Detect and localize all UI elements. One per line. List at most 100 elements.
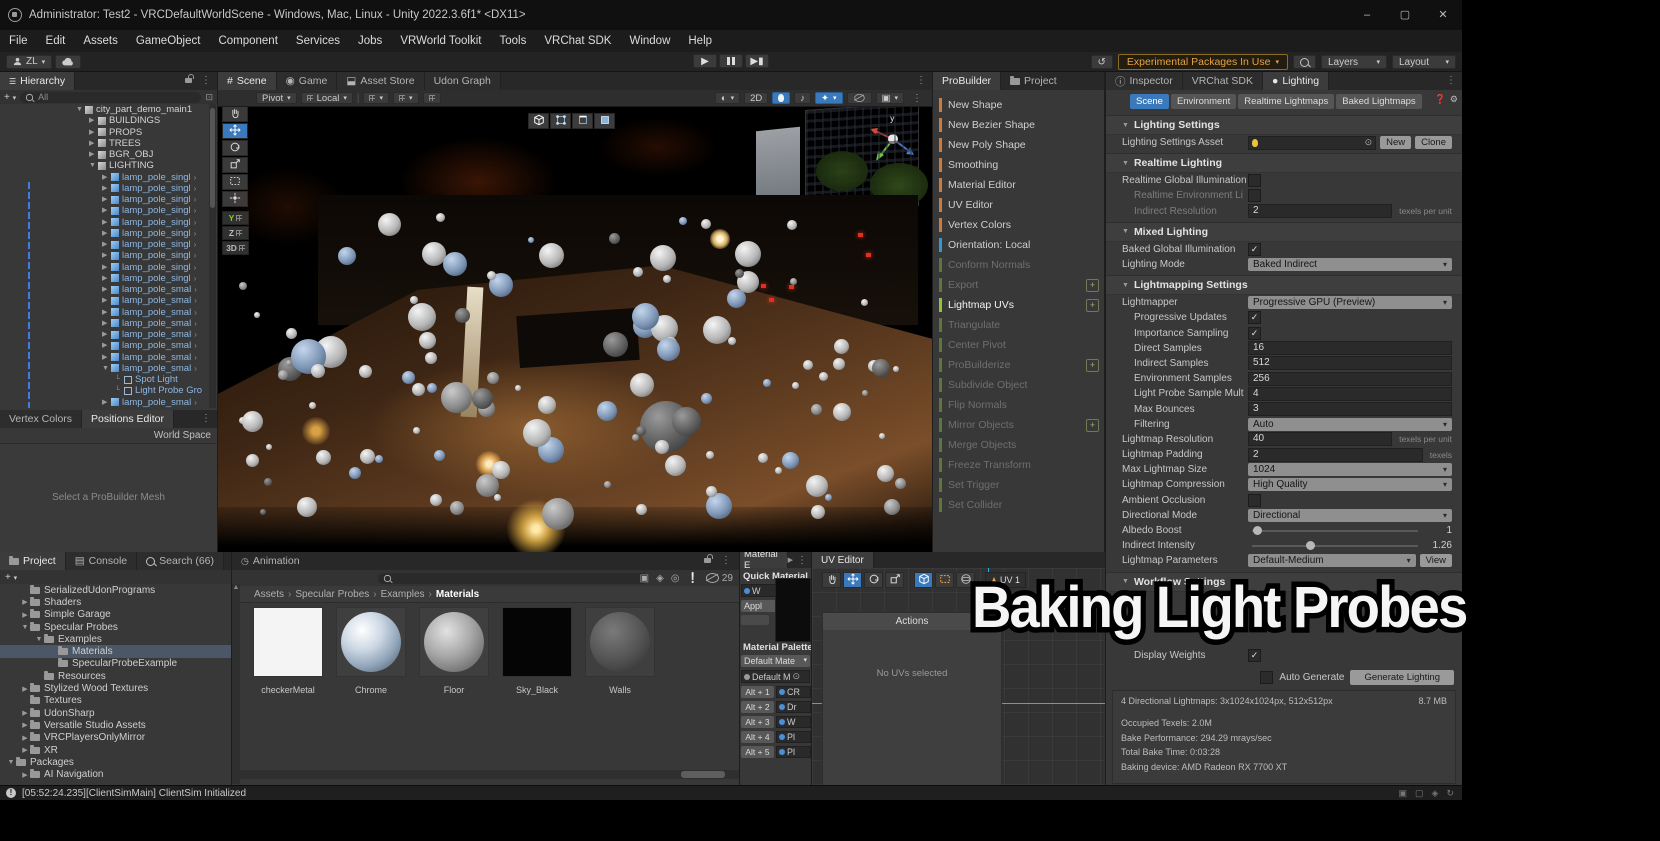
select-mode-vert-button[interactable] bbox=[550, 113, 571, 129]
palette-material-field[interactable]: CR bbox=[776, 686, 811, 698]
expand-arrow-icon[interactable]: ▶ bbox=[102, 295, 111, 306]
section-header-lighting-settings[interactable]: ▼Lighting Settings bbox=[1106, 115, 1462, 135]
expand-arrow-icon[interactable]: ▶ bbox=[102, 217, 111, 228]
expand-arrow-icon[interactable]: ▶ bbox=[102, 194, 111, 205]
hierarchy-item[interactable]: ▶lamp_pole_smal› bbox=[0, 318, 217, 329]
action-options-button[interactable]: + bbox=[1086, 299, 1099, 312]
asset-item-checkermetal[interactable]: checkerMetal bbox=[253, 607, 323, 695]
tab-scene[interactable]: #Scene bbox=[218, 72, 277, 90]
layout-dropdown[interactable]: Layout▾ bbox=[1392, 55, 1456, 69]
dropdown-lightmapper[interactable]: Progressive GPU (Preview)▾ bbox=[1248, 296, 1452, 309]
expand-arrow-icon[interactable]: ▼ bbox=[89, 160, 98, 171]
prefab-arrow-icon[interactable]: › bbox=[194, 295, 197, 306]
checkbox-realtime-global-illumination[interactable] bbox=[1248, 174, 1261, 187]
asset-search-input[interactable] bbox=[378, 573, 648, 584]
expand-arrow-icon[interactable]: ▼ bbox=[6, 759, 16, 766]
palette-shortcut-button[interactable]: Alt + 3 bbox=[741, 716, 774, 728]
hidden-objects-toggle[interactable] bbox=[847, 92, 872, 104]
palette-shortcut-button[interactable]: Alt + 4 bbox=[741, 731, 774, 743]
hierarchy-item[interactable]: ▶lamp_pole_singl› bbox=[0, 273, 217, 284]
audio-toggle[interactable]: ♪ bbox=[794, 92, 811, 104]
asset-item-walls[interactable]: Walls bbox=[585, 607, 655, 695]
layers-dropdown[interactable]: Layers▾ bbox=[1321, 55, 1387, 69]
quick-material-field[interactable]: W bbox=[741, 584, 779, 597]
prefab-arrow-icon[interactable]: › bbox=[194, 239, 197, 250]
palette-material-field[interactable]: Pl bbox=[776, 731, 811, 743]
probuilder-action-orientation-local[interactable]: Orientation: Local bbox=[933, 235, 1104, 255]
field-lightmap-resolution[interactable]: 40 bbox=[1248, 432, 1392, 446]
match-palette-button[interactable] bbox=[741, 615, 769, 625]
expand-arrow-icon[interactable]: ▶ bbox=[102, 307, 111, 318]
uv-cube-mode-button[interactable] bbox=[914, 572, 933, 588]
package-visibility-icon[interactable]: ▣ bbox=[640, 573, 649, 584]
prefab-arrow-icon[interactable]: › bbox=[194, 172, 197, 183]
probuilder-action-uv-editor[interactable]: UV Editor bbox=[933, 195, 1104, 215]
hierarchy-item[interactable]: ▶lamp_pole_singl› bbox=[0, 228, 217, 239]
menu-gameobject[interactable]: GameObject bbox=[127, 35, 210, 47]
probuilder-action-set-collider[interactable]: Set Collider bbox=[933, 495, 1104, 515]
lighting-subtab-environment[interactable]: Environment bbox=[1171, 94, 1236, 109]
probuilder-action-lightmap-uvs[interactable]: Lightmap UVs+ bbox=[933, 295, 1104, 315]
view-button[interactable]: View bbox=[1420, 554, 1452, 567]
field-indirect-resolution[interactable]: 2 bbox=[1248, 204, 1392, 218]
prefab-arrow-icon[interactable]: › bbox=[194, 318, 197, 329]
expand-arrow-icon[interactable]: ▶ bbox=[102, 239, 111, 250]
grid-snap-y-dropdown[interactable]: ▾ bbox=[363, 92, 389, 104]
panel-menu-icon[interactable]: ⋮ bbox=[793, 555, 811, 566]
account-button[interactable]: ZL ▾ bbox=[6, 55, 52, 69]
field-direct-samples[interactable]: 16 bbox=[1248, 341, 1452, 355]
field-max-bounces[interactable]: 3 bbox=[1248, 402, 1452, 416]
lighting-subtab-realtime-lightmaps[interactable]: Realtime Lightmaps bbox=[1238, 94, 1334, 109]
breadcrumb-item[interactable]: Assets bbox=[254, 589, 284, 600]
hierarchy-item[interactable]: ▶lamp_pole_smal› bbox=[0, 295, 217, 306]
tab-udon-graph[interactable]: Udon Graph bbox=[425, 72, 501, 90]
slider-indirect-intensity[interactable] bbox=[1252, 545, 1418, 547]
tab-game[interactable]: ◉Game bbox=[277, 72, 338, 90]
auto-generate-checkbox[interactable] bbox=[1260, 671, 1273, 684]
lighting-subtab-baked-lightmaps[interactable]: Baked Lightmaps bbox=[1336, 94, 1421, 109]
hierarchy-item[interactable]: └Spot Light bbox=[0, 374, 217, 385]
folder-simple-garage[interactable]: ▶Simple Garage bbox=[0, 609, 231, 621]
folder-shaders[interactable]: ▶Shaders bbox=[0, 596, 231, 608]
probuilder-action-export[interactable]: Export+ bbox=[933, 275, 1104, 295]
alert-icon[interactable]: ❕ bbox=[687, 573, 699, 584]
hierarchy-item[interactable]: ▼lamp_pole_smal› bbox=[0, 363, 217, 374]
panel-menu-icon[interactable]: ⋮ bbox=[197, 413, 215, 424]
section-header-lightmapping-settings[interactable]: ▼Lightmapping Settings bbox=[1106, 275, 1462, 295]
palette-material-field[interactable]: Pl bbox=[776, 746, 811, 758]
probuilder-action-set-trigger[interactable]: Set Trigger bbox=[933, 475, 1104, 495]
action-options-button[interactable]: + bbox=[1086, 419, 1099, 432]
expand-arrow-icon[interactable]: └ bbox=[115, 374, 124, 385]
folder-xr[interactable]: ▶XR bbox=[0, 744, 231, 756]
scene-lighting-toggle[interactable] bbox=[772, 92, 790, 104]
expand-arrow-icon[interactable]: ▶ bbox=[102, 318, 111, 329]
prefab-arrow-icon[interactable]: › bbox=[194, 183, 197, 194]
prefab-arrow-icon[interactable]: › bbox=[194, 329, 197, 340]
section-header-mixed-lighting[interactable]: ▼Mixed Lighting bbox=[1106, 222, 1462, 242]
scale-tool-button[interactable] bbox=[222, 157, 248, 173]
tab-inspector[interactable]: ⓘInspector bbox=[1106, 72, 1183, 90]
expand-arrow-icon[interactable]: ▼ bbox=[102, 363, 111, 374]
select-mode-cube-button[interactable] bbox=[528, 113, 549, 129]
lighting-settings-asset-field[interactable]: ⊙ bbox=[1248, 136, 1376, 150]
menu-window[interactable]: Window bbox=[620, 35, 679, 47]
palette-shortcut-button[interactable]: Alt + 5 bbox=[741, 746, 774, 758]
probuilder-action-triangulate[interactable]: Triangulate bbox=[933, 315, 1104, 335]
step-button[interactable]: ▶▮ bbox=[745, 54, 769, 68]
search-button[interactable] bbox=[1293, 55, 1316, 69]
expand-arrow-icon[interactable]: ▶ bbox=[102, 340, 111, 351]
uv-rotate-tool-button[interactable] bbox=[864, 572, 883, 588]
hierarchy-item[interactable]: └Light Probe Gro bbox=[0, 385, 217, 396]
close-button[interactable]: ✕ bbox=[1424, 0, 1462, 30]
add-asset-button[interactable]: + ▾ bbox=[5, 572, 17, 583]
hierarchy-item[interactable]: ▶lamp_pole_singl› bbox=[0, 217, 217, 228]
play-button[interactable]: ▶ bbox=[693, 54, 717, 68]
tab-vertex-colors[interactable]: Vertex Colors bbox=[0, 410, 82, 428]
breadcrumb-item[interactable]: Specular Probes bbox=[295, 589, 369, 600]
add-object-button[interactable]: + ▾ bbox=[4, 92, 16, 103]
tab-probuilder[interactable]: ProBuilder bbox=[933, 72, 1001, 90]
expand-arrow-icon[interactable]: ▶ bbox=[102, 250, 111, 261]
maximize-button[interactable]: ▢ bbox=[1386, 0, 1424, 30]
expand-arrow-icon[interactable]: ▶ bbox=[102, 273, 111, 284]
hierarchy-item[interactable]: ▶PROPS bbox=[0, 127, 217, 138]
